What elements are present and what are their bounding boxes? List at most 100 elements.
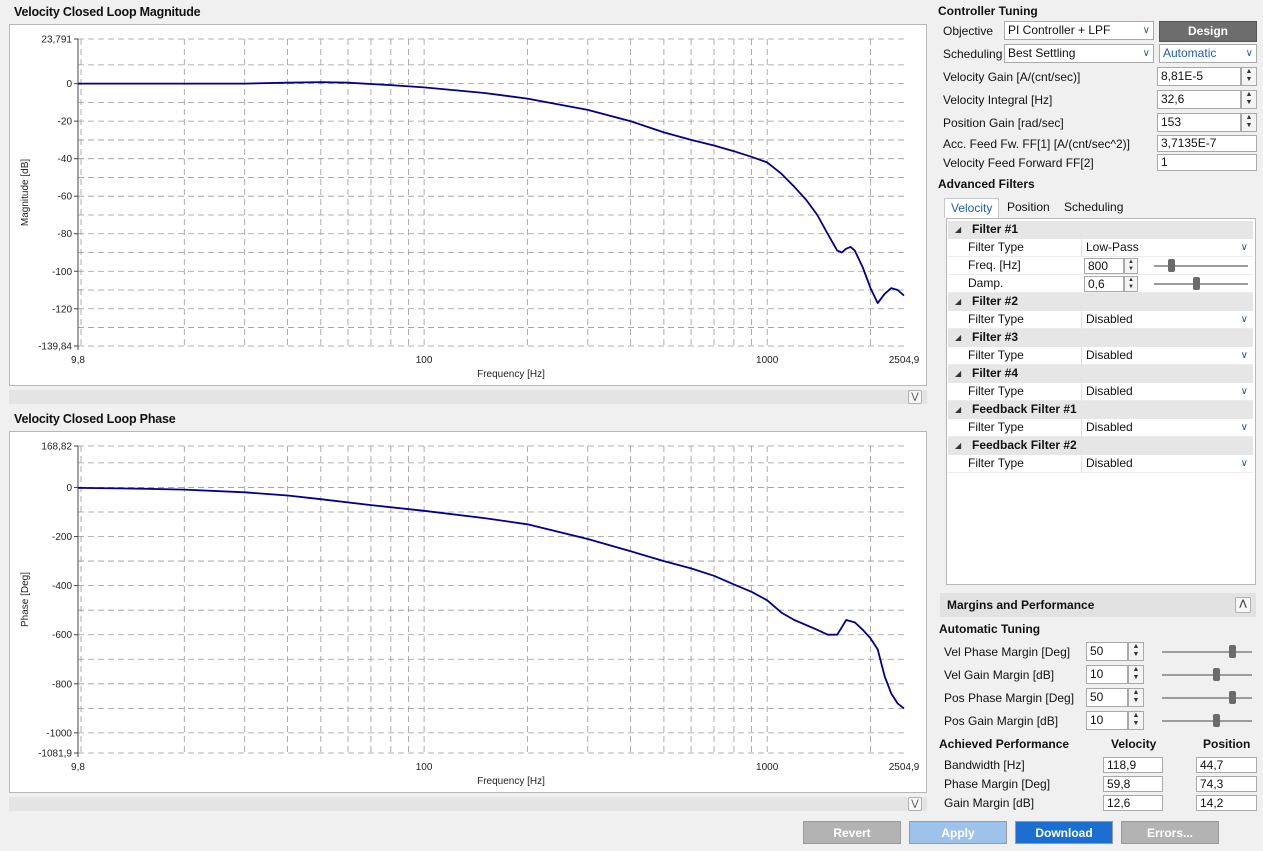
- chevron-up-icon[interactable]: ▲: [1129, 666, 1143, 674]
- filter1-freq-spinner[interactable]: ▲ ▼: [1124, 258, 1138, 274]
- velocity-integral-spinner[interactable]: ▲ ▼: [1241, 90, 1257, 109]
- position-gain-input[interactable]: 153: [1157, 113, 1241, 132]
- chevron-up-icon[interactable]: ▲: [1129, 712, 1143, 720]
- series-line: [78, 81, 905, 305]
- filter1-freq-input[interactable]: 800: [1084, 258, 1124, 274]
- filter1-damp-slider-track[interactable]: [1154, 283, 1248, 285]
- velocity-integral-input[interactable]: 32,6: [1157, 90, 1241, 109]
- apply-button[interactable]: Apply: [909, 821, 1007, 844]
- vel-gain-margin-input[interactable]: 10: [1086, 665, 1128, 684]
- vel-phase-margin-spinner[interactable]: ▲ ▼: [1128, 642, 1144, 661]
- vel-phase-margin-slider-track[interactable]: [1162, 651, 1252, 653]
- chevron-up-icon[interactable]: ▲: [1125, 259, 1137, 266]
- scheduling-mode-select[interactable]: Automatic ∨: [1159, 44, 1257, 63]
- download-button[interactable]: Download: [1015, 821, 1113, 844]
- collapse-triangle-icon[interactable]: ◢: [955, 365, 961, 382]
- filter-type-value: Disabled: [1086, 312, 1133, 326]
- objective-select[interactable]: PI Controller + LPF ∨: [1004, 21, 1154, 40]
- collapse-triangle-icon[interactable]: ◢: [955, 401, 961, 418]
- feedback-filter-group-1[interactable]: ◢ Feedback Filter #1: [948, 401, 1253, 419]
- vel-gain-margin-slider-thumb[interactable]: [1213, 668, 1220, 681]
- filter-group-4[interactable]: ◢ Filter #4: [948, 365, 1253, 383]
- errors-button[interactable]: Errors...: [1121, 821, 1219, 844]
- filter-group-3[interactable]: ◢ Filter #3: [948, 329, 1253, 347]
- filter3-type-select[interactable]: Disabled ∨: [1081, 347, 1253, 365]
- chevron-down-icon[interactable]: ▼: [1125, 266, 1137, 273]
- phase-chart[interactable]: 168,82 0 -200 -400 -600 -800 -1000 -1081,9 9,8 10…: [9, 431, 927, 793]
- tab-scheduling[interactable]: Scheduling: [1058, 198, 1129, 218]
- chevron-down-icon[interactable]: ▼: [1129, 674, 1143, 682]
- pos-phase-margin-spinner[interactable]: ▲ ▼: [1128, 688, 1144, 707]
- pos-phase-margin-slider-track[interactable]: [1162, 697, 1252, 699]
- filter1-freq-slider-thumb[interactable]: [1167, 259, 1175, 272]
- chevron-up-icon[interactable]: ▲: [1129, 689, 1143, 697]
- chevron-down-icon[interactable]: ▼: [1242, 76, 1256, 84]
- chevron-up-icon[interactable]: ▲: [1242, 114, 1256, 122]
- filter-type-value: Disabled: [1086, 420, 1133, 434]
- velocity-gain-spinner[interactable]: ▲ ▼: [1241, 67, 1257, 86]
- pos-gain-margin-label: Pos Gain Margin [dB]: [944, 714, 1059, 728]
- feedback-filter2-type-select[interactable]: Disabled ∨: [1081, 455, 1253, 473]
- filter2-type-select[interactable]: Disabled ∨: [1081, 311, 1253, 329]
- vel-gain-margin-spinner[interactable]: ▲ ▼: [1128, 665, 1144, 684]
- feedback-filter1-type-select[interactable]: Disabled ∨: [1081, 419, 1253, 437]
- acc-feed-forward-input[interactable]: 3,7135E-7: [1157, 135, 1257, 152]
- chevron-down-icon[interactable]: ▼: [1242, 122, 1256, 130]
- collapse-triangle-icon[interactable]: ◢: [955, 221, 961, 238]
- revert-button[interactable]: Revert: [803, 821, 901, 844]
- filter-group-label: Feedback Filter #1: [972, 402, 1077, 416]
- x-tick-label: 100: [416, 355, 433, 366]
- design-button[interactable]: Design: [1159, 21, 1257, 42]
- pos-phase-margin-slider-thumb[interactable]: [1229, 691, 1237, 704]
- filter1-damp-input[interactable]: 0,6: [1084, 276, 1124, 292]
- scheduling-select[interactable]: Best Settling ∨: [1004, 44, 1154, 63]
- position-gain-spinner[interactable]: ▲ ▼: [1241, 113, 1257, 132]
- pos-phase-margin-input[interactable]: 50: [1086, 688, 1128, 707]
- chevron-up-icon[interactable]: ⋀: [1235, 597, 1251, 613]
- chevron-up-icon[interactable]: ▲: [1125, 277, 1137, 284]
- chevron-down-icon[interactable]: ▼: [1129, 720, 1143, 728]
- chevron-down-icon[interactable]: ⋁: [908, 797, 922, 811]
- filter4-type-select[interactable]: Disabled ∨: [1081, 383, 1253, 401]
- chevron-down-icon[interactable]: ▼: [1125, 284, 1137, 291]
- tab-position[interactable]: Position: [1001, 198, 1056, 218]
- tab-velocity[interactable]: Velocity: [944, 198, 1000, 218]
- collapse-triangle-icon[interactable]: ◢: [955, 437, 961, 454]
- pos-gain-margin-slider-track[interactable]: [1162, 720, 1252, 722]
- chevron-up-icon[interactable]: ▲: [1242, 68, 1256, 76]
- margins-performance-header[interactable]: Margins and Performance ⋀: [940, 593, 1256, 617]
- chevron-down-icon[interactable]: ⋁: [908, 390, 922, 404]
- filter1-type-select[interactable]: Low-Pass ∨: [1081, 239, 1253, 257]
- collapse-triangle-icon[interactable]: ◢: [955, 293, 961, 310]
- vel-gain-margin-slider-track[interactable]: [1162, 674, 1252, 676]
- y-tick-label: -1000: [46, 728, 72, 739]
- chevron-up-icon[interactable]: ▲: [1242, 91, 1256, 99]
- velocity-feed-forward-input[interactable]: 1: [1157, 154, 1257, 171]
- vel-phase-margin-input[interactable]: 50: [1086, 642, 1128, 661]
- pos-gain-margin-input[interactable]: 10: [1086, 711, 1128, 730]
- velocity-gain-input[interactable]: 8,81E-5: [1157, 67, 1241, 86]
- pos-phase-margin-label: Pos Phase Margin [Deg]: [944, 691, 1075, 705]
- magnitude-chart[interactable]: 23,791 0 -20 -40 -60 -80 -100 -120 -139,84 9,8 100…: [9, 24, 927, 386]
- achieved-performance-title: Achieved Performance: [939, 737, 1070, 751]
- pos-gain-margin-slider-thumb[interactable]: [1213, 714, 1220, 727]
- bandwidth-label: Bandwidth [Hz]: [944, 758, 1025, 772]
- filter1-damp-spinner[interactable]: ▲ ▼: [1124, 276, 1138, 292]
- vel-phase-margin-slider-thumb[interactable]: [1229, 645, 1237, 658]
- chevron-down-icon[interactable]: ▼: [1242, 99, 1256, 107]
- y-tick-label: -139,84: [38, 342, 72, 353]
- chevron-down-icon: ∨: [1240, 350, 1248, 361]
- feedback-filter-group-2[interactable]: ◢ Feedback Filter #2: [948, 437, 1253, 455]
- chevron-up-icon[interactable]: ▲: [1129, 643, 1143, 651]
- filter-group-1[interactable]: ◢ Filter #1: [948, 221, 1253, 239]
- y-tick-label: -100: [52, 267, 72, 278]
- filter-type-value: Disabled: [1086, 456, 1133, 470]
- filter1-damp-slider-thumb[interactable]: [1193, 277, 1201, 290]
- collapse-triangle-icon[interactable]: ◢: [955, 329, 961, 346]
- chevron-down-icon[interactable]: ▼: [1129, 697, 1143, 705]
- filter-group-2[interactable]: ◢ Filter #2: [948, 293, 1253, 311]
- filter1-type-row: Filter Type Low-Pass ∨: [948, 239, 1253, 257]
- pos-gain-margin-spinner[interactable]: ▲ ▼: [1128, 711, 1144, 730]
- chevron-down-icon[interactable]: ▼: [1129, 651, 1143, 659]
- x-tick-label: 2504,9: [889, 762, 920, 773]
